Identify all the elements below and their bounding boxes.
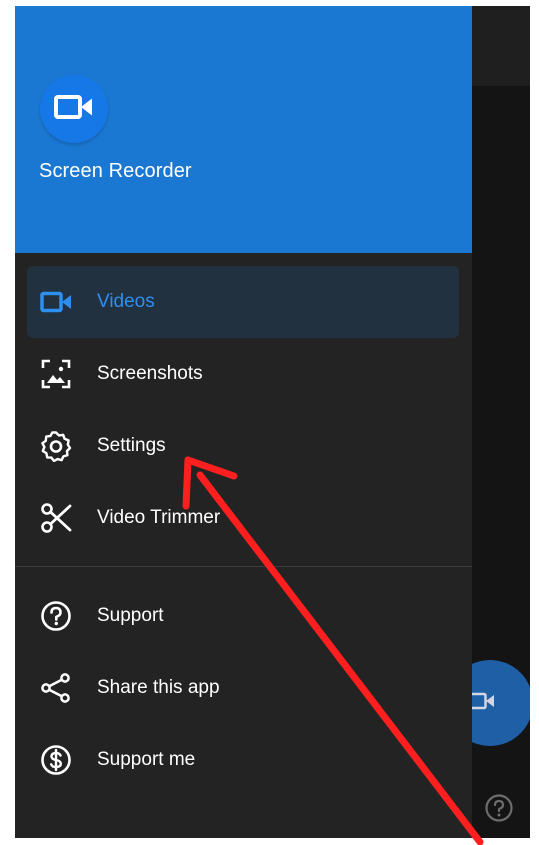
nav-item-label: Support xyxy=(97,605,164,626)
nav-item-support-me[interactable]: Support me xyxy=(27,724,459,796)
drawer-divider xyxy=(15,566,472,567)
gear-icon xyxy=(39,429,73,463)
drawer-header: Screen Recorder xyxy=(15,6,472,253)
scissors-icon xyxy=(39,501,73,535)
nav-item-settings[interactable]: Settings xyxy=(27,410,459,482)
video-camera-icon xyxy=(469,692,511,715)
screen: Screen Recorder Videos Screenshots Setti… xyxy=(15,6,530,838)
nav-item-share-app[interactable]: Share this app xyxy=(27,652,459,724)
nav-item-label: Video Trimmer xyxy=(97,507,221,528)
nav-item-support[interactable]: Support xyxy=(27,580,459,652)
app-logo xyxy=(40,75,108,143)
nav-item-label: Support me xyxy=(97,749,196,770)
nav-item-label: Videos xyxy=(97,291,155,312)
app-name: Screen Recorder xyxy=(39,160,192,182)
help-button[interactable] xyxy=(483,793,515,828)
video-camera-icon xyxy=(54,94,94,125)
help-icon xyxy=(484,793,514,828)
nav-item-videos[interactable]: Videos xyxy=(27,266,459,338)
dollar-icon xyxy=(39,743,73,777)
nav-item-label: Screenshots xyxy=(97,363,203,384)
video-camera-icon xyxy=(39,285,73,319)
nav-item-label: Settings xyxy=(97,435,166,456)
navigation-drawer: Screen Recorder Videos Screenshots Setti… xyxy=(15,6,472,838)
screenshot-icon xyxy=(39,357,73,391)
nav-item-label: Share this app xyxy=(97,677,220,698)
nav-item-video-trimmer[interactable]: Video Trimmer xyxy=(27,482,459,554)
share-icon xyxy=(39,671,73,705)
nav-item-screenshots[interactable]: Screenshots xyxy=(27,338,459,410)
help-icon xyxy=(39,599,73,633)
